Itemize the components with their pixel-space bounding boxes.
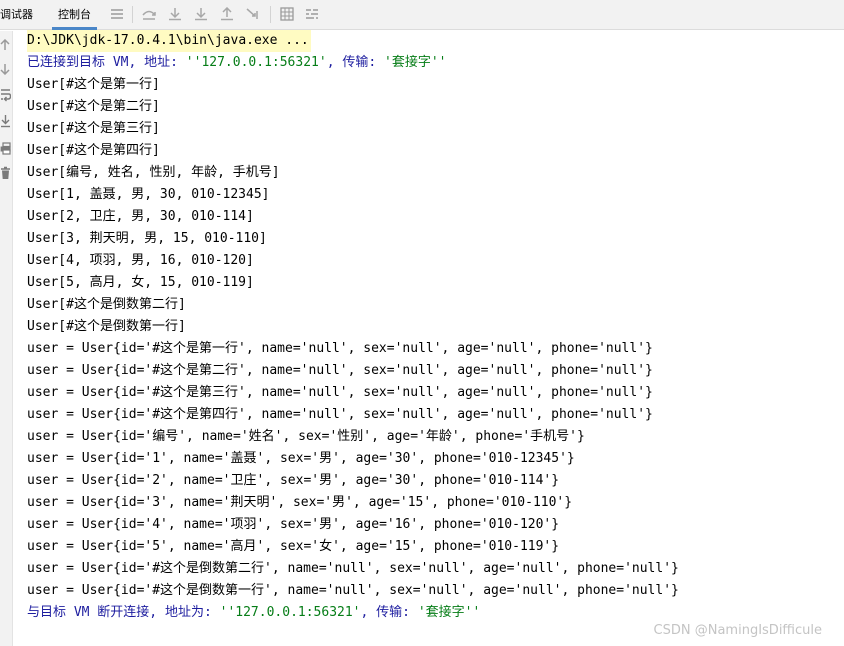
connected-address: ''127.0.0.1:56321'	[185, 55, 327, 70]
watermark: CSDN @NamingIsDifficule	[653, 623, 822, 638]
debug-toolbar: 调试器 控制台	[0, 0, 844, 30]
output-line: User[#这个是倒数第二行]	[27, 297, 186, 312]
output-line: User[3, 荆天明, 男, 15, 010-110]	[27, 231, 267, 246]
output-line: user = User{id='#这个是倒数第二行', name='null',…	[27, 561, 679, 576]
trace-icon[interactable]	[303, 5, 321, 23]
output-line: User[5, 高月, 女, 15, 010-119]	[27, 275, 254, 290]
connected-message: 已连接到目标 VM, 地址: ''127.0.0.1:56321', 传输: '…	[27, 52, 827, 74]
output-line: user = User{id='1', name='盖聂', sex='男', …	[27, 451, 575, 466]
output-line: user = User{id='5', name='高月', sex='女', …	[27, 539, 560, 554]
output-line: user = User{id='3', name='荆天明', sex='男',…	[27, 495, 573, 510]
disconnected-prefix: 与目标 VM 断开连接, 地址为:	[27, 605, 220, 620]
console-output[interactable]: D:\JDK\jdk-17.0.4.1\bin\java.exe ... 已连接…	[27, 29, 827, 624]
output-line: User[2, 卫庄, 男, 30, 010-114]	[27, 209, 254, 224]
output-line: User[#这个是第一行]	[27, 77, 160, 92]
disconnected-message: 与目标 VM 断开连接, 地址为: ''127.0.0.1:56321', 传输…	[27, 602, 827, 624]
output-line: user = User{id='#这个是第一行', name='null', s…	[27, 341, 653, 356]
output-line: user = User{id='#这个是第二行', name='null', s…	[27, 363, 653, 378]
soft-wrap-icon[interactable]	[0, 87, 12, 102]
menu-icon[interactable]	[108, 5, 126, 23]
force-step-into-icon[interactable]	[192, 5, 210, 23]
console-window: 调试器 控制台 D:\JDK\jdk-17.0.4.1\bin\java.exe…	[0, 0, 844, 646]
output-line: User[#这个是第四行]	[27, 143, 160, 158]
print-icon[interactable]	[0, 141, 12, 156]
step-into-icon[interactable]	[166, 5, 184, 23]
console-side-toolbar	[0, 31, 13, 646]
output-line: user = User{id='#这个是第三行', name='null', s…	[27, 385, 653, 400]
output-line: User[#这个是第三行]	[27, 121, 160, 136]
disconnected-transport: '套接字''	[417, 605, 481, 620]
step-out-icon[interactable]	[218, 5, 236, 23]
output-line: User[#这个是第二行]	[27, 99, 160, 114]
connected-prefix: 已连接到目标 VM, 地址:	[27, 55, 186, 70]
command-line: D:\JDK\jdk-17.0.4.1\bin\java.exe ...	[27, 30, 311, 52]
down-arrow-icon[interactable]	[0, 61, 12, 76]
tab-debugger[interactable]: 调试器	[0, 0, 33, 30]
output-line: User[4, 项羽, 男, 16, 010-120]	[27, 253, 254, 268]
output-line: User[#这个是倒数第一行]	[27, 319, 186, 334]
output-line: user = User{id='#这个是倒数第一行', name='null',…	[27, 583, 679, 598]
tab-console[interactable]: 控制台	[52, 0, 97, 30]
connected-mid: , 传输:	[326, 55, 384, 70]
output-line: user = User{id='编号', name='姓名', sex='性别'…	[27, 429, 585, 444]
scroll-to-end-icon[interactable]	[0, 113, 12, 128]
up-arrow-icon[interactable]	[0, 37, 12, 52]
trash-icon[interactable]	[0, 165, 12, 180]
run-to-cursor-icon[interactable]	[244, 5, 262, 23]
disconnected-address: ''127.0.0.1:56321'	[219, 605, 361, 620]
output-line: user = User{id='2', name='卫庄', sex='男', …	[27, 473, 560, 488]
output-line: User[编号, 姓名, 性别, 年龄, 手机号]	[27, 165, 280, 180]
output-line: user = User{id='#这个是第四行', name='null', s…	[27, 407, 653, 422]
disconnected-mid: , 传输:	[360, 605, 418, 620]
output-line: user = User{id='4', name='项羽', sex='男', …	[27, 517, 560, 532]
output-line: User[1, 盖聂, 男, 30, 010-12345]	[27, 187, 270, 202]
evaluate-icon[interactable]	[278, 5, 296, 23]
connected-transport: '套接字''	[384, 55, 447, 70]
step-over-icon[interactable]	[140, 5, 158, 23]
